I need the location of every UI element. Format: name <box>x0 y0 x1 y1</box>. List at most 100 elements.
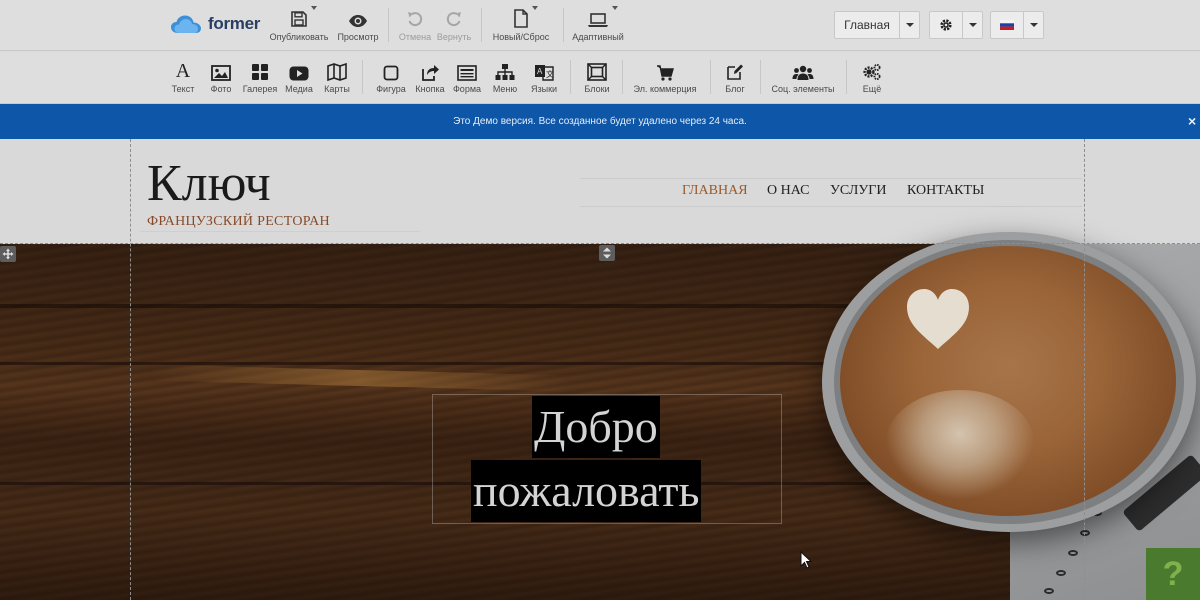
gallery-element-label: Галерея <box>242 84 278 94</box>
nav-item-home[interactable]: ГЛАВНАЯ <box>682 183 748 199</box>
blog-element-button[interactable]: Блог <box>720 59 750 99</box>
blog-element-label: Блог <box>725 84 745 94</box>
new-reset-label: Новый/Сброс <box>492 32 550 42</box>
chevron-down-icon <box>1029 23 1038 27</box>
nav-item-about[interactable]: О НАС <box>767 183 809 199</box>
hero-heading-line2[interactable]: пожаловать <box>471 460 702 522</box>
photo-icon <box>211 65 231 81</box>
ecommerce-element-button[interactable]: Эл. коммерция <box>632 59 698 99</box>
adaptive-button[interactable]: Адаптивный <box>572 6 624 46</box>
edit-icon <box>727 64 743 80</box>
media-element-button[interactable]: Медиа <box>284 59 314 99</box>
shape-element-button[interactable]: Фигура <box>373 59 409 99</box>
section-resize-handle[interactable] <box>599 245 615 261</box>
grid-guide-right <box>1084 139 1085 600</box>
social-element-label: Соц. элементы <box>771 84 835 94</box>
toolbar-divider <box>388 8 389 42</box>
undo-label: Отмена <box>398 32 432 42</box>
svg-text:文: 文 <box>546 69 554 79</box>
toolbar-divider <box>481 8 482 42</box>
form-element-label: Форма <box>452 84 482 94</box>
editor-app: former Опубликовать Просмотр Отмена Верн… <box>0 0 1200 600</box>
publish-caret-icon <box>311 6 317 10</box>
text-icon: A <box>175 60 191 82</box>
toolbar-divider <box>570 60 571 94</box>
close-icon[interactable]: × <box>1188 113 1200 129</box>
adaptive-label: Адаптивный <box>572 32 624 42</box>
logo-text: former <box>208 14 261 33</box>
latte-heart-icon <box>907 289 969 349</box>
demo-banner: Это Демо версия. Все созданное будет уда… <box>0 104 1200 139</box>
youtube-icon <box>289 66 309 81</box>
blocks-element-label: Блоки <box>584 84 610 94</box>
publish-button[interactable]: Опубликовать <box>270 6 328 46</box>
toolbar-divider <box>622 60 623 94</box>
redo-icon <box>446 12 461 27</box>
photo-element-button[interactable]: Фото <box>206 59 236 99</box>
elements-toolbar: A Текст Фото Галерея Медиа Карты Фигура … <box>0 52 1200 104</box>
redo-button[interactable]: Вернуть <box>436 6 472 46</box>
gallery-element-button[interactable]: Галерея <box>241 59 279 99</box>
button-element-button[interactable]: Кнопка <box>412 59 448 99</box>
arrows-vertical-icon <box>603 247 611 259</box>
gear-icon <box>940 19 952 31</box>
move-handle[interactable] <box>0 246 16 262</box>
square-icon <box>383 65 399 81</box>
settings-dropdown[interactable] <box>929 11 983 39</box>
toolbar-divider <box>710 60 711 94</box>
site-brand-title[interactable]: Ключ <box>147 156 271 212</box>
toolbar-divider <box>846 60 847 94</box>
preview-button[interactable]: Просмотр <box>337 6 379 46</box>
button-element-label: Кнопка <box>415 84 445 94</box>
page-select[interactable]: Главная <box>834 11 920 39</box>
languages-element-button[interactable]: A文 Языки <box>528 59 560 99</box>
russia-flag-icon <box>1000 20 1014 30</box>
laptop-icon <box>588 13 608 27</box>
hero-heading-line1[interactable]: Добро <box>532 396 660 458</box>
text-element-label: Текст <box>171 84 195 94</box>
language-icon: A文 <box>535 65 554 81</box>
chevron-down-icon <box>968 23 977 27</box>
toolbar-divider <box>362 60 363 94</box>
menu-element-button[interactable]: Меню <box>490 59 520 99</box>
text-element-button[interactable]: A Текст <box>168 59 198 99</box>
nav-item-contacts[interactable]: КОНТАКТЫ <box>907 183 984 199</box>
help-button[interactable]: ? <box>1146 548 1200 600</box>
former-logo[interactable]: former <box>170 12 260 36</box>
shape-element-label: Фигура <box>376 84 406 94</box>
undo-button[interactable]: Отмена <box>399 6 431 46</box>
site-tagline[interactable]: ФРАНЦУЗСКИЙ РЕСТОРАН <box>147 214 330 230</box>
page-select-caret[interactable] <box>899 12 919 38</box>
settings-caret[interactable] <box>962 12 982 38</box>
publish-label: Опубликовать <box>269 32 329 42</box>
svg-text:A: A <box>537 67 543 76</box>
mouse-cursor-icon <box>800 551 812 569</box>
social-element-button[interactable]: Соц. элементы <box>770 59 836 99</box>
eye-icon <box>349 15 367 27</box>
new-reset-button[interactable]: Новый/Сброс <box>492 6 550 46</box>
cloud-icon <box>171 15 201 33</box>
more-element-button[interactable]: Ещё <box>857 59 887 99</box>
sitemap-icon <box>495 64 515 80</box>
grid-guide-left <box>130 139 131 600</box>
maps-element-label: Карты <box>324 84 350 94</box>
cart-icon <box>657 65 674 81</box>
nav-item-services[interactable]: УСЛУГИ <box>830 183 887 199</box>
form-icon <box>457 65 477 81</box>
chevron-down-icon <box>905 23 914 27</box>
help-icon: ? <box>1162 554 1184 593</box>
blocks-icon <box>587 63 607 81</box>
language-caret[interactable] <box>1023 12 1043 38</box>
preview-label: Просмотр <box>337 32 379 42</box>
language-dropdown[interactable] <box>990 11 1044 39</box>
save-icon <box>291 11 307 27</box>
toolbar-divider <box>563 8 564 42</box>
blocks-element-button[interactable]: Блоки <box>582 59 612 99</box>
demo-banner-text: Это Демо версия. Все созданное будет уда… <box>453 116 747 127</box>
adaptive-caret-icon <box>612 6 618 10</box>
gears-icon <box>863 64 881 80</box>
file-icon <box>514 9 528 28</box>
maps-element-button[interactable]: Карты <box>322 59 352 99</box>
form-element-button[interactable]: Форма <box>451 59 483 99</box>
toolbar-divider <box>760 60 761 94</box>
